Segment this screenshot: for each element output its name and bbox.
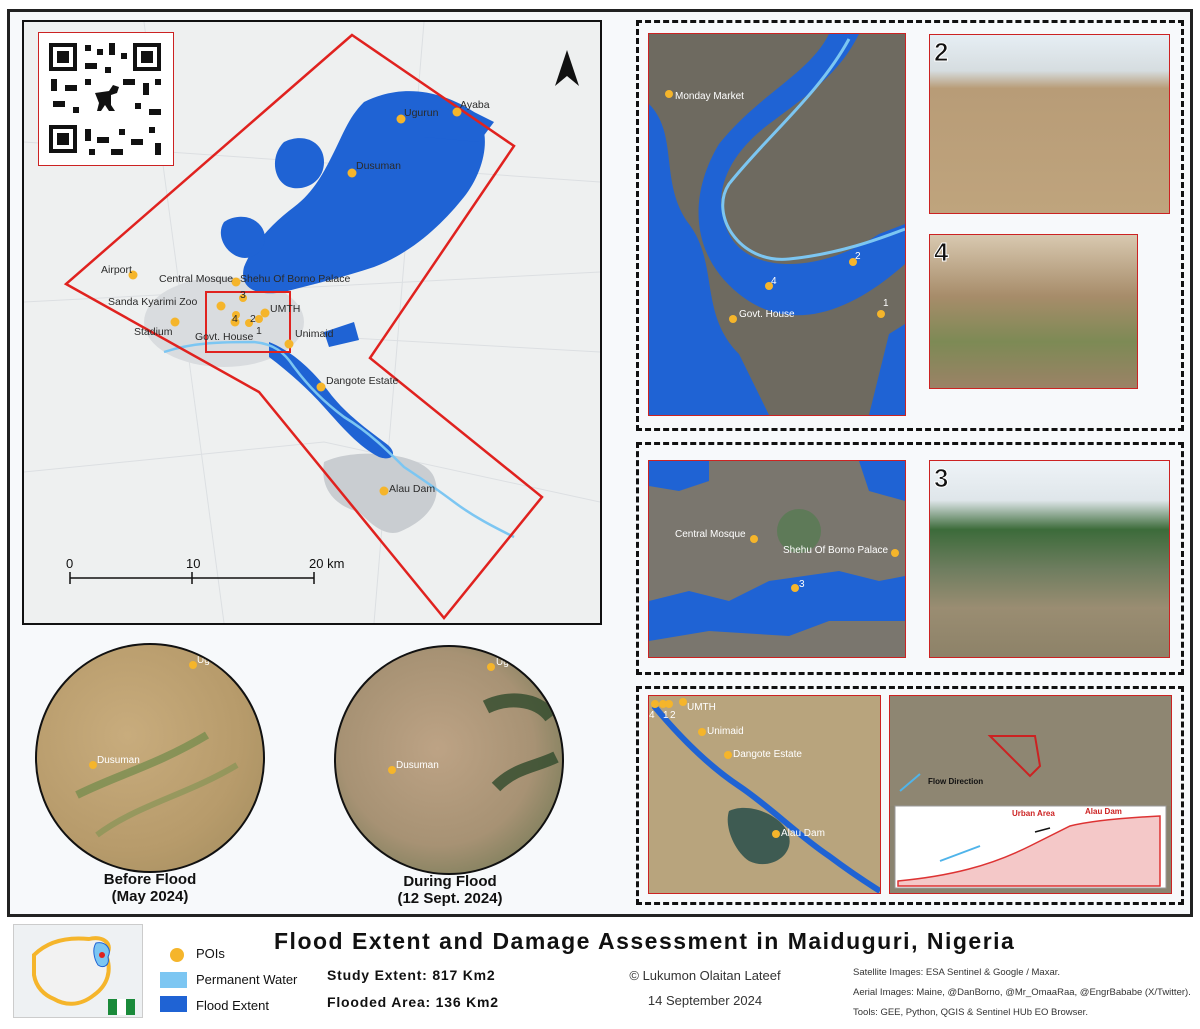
main-flood-map: Ayaba Ugurun Dusuman Airport Central Mos… [22,20,602,625]
point-label-2: 2 [250,313,256,325]
inset2-label-3: 3 [799,579,805,590]
point-label-4: 4 [232,313,238,325]
during-caption-line2: (12 Sept. 2024) [397,890,503,907]
poi-label-ugurun: Ugurun [404,107,439,119]
photo-number-4: 4 [933,237,949,268]
nigeria-outline-icon [32,936,135,1015]
inset3-label-unimaid: Unimaid [707,726,744,737]
inset-panel-river: 4 1 2 UMTH Unimaid Dangote Estate Alau D… [636,686,1184,905]
poi-umth[interactable] [260,308,270,318]
scale-tick-0: 0 [66,556,73,571]
inset3-label-1: 1 [663,710,669,721]
map-title: Flood Extent and Damage Assessment in Ma… [274,928,1016,954]
inset1-label-1: 1 [883,298,889,309]
inset1-label-monday-market: Monday Market [675,91,744,102]
inset1-label-4: 4 [771,276,777,287]
inset-panel-mosque: Central Mosque Shehu Of Borno Palace 3 3 [636,442,1184,675]
photo-number-3: 3 [933,463,949,494]
legend-flood-extent-label: Flood Extent [196,998,269,1013]
inset2-label-central-mosque: Central Mosque [675,529,746,540]
during-caption-line1: During Flood [403,873,497,890]
poi-label-umth: UMTH [270,303,300,315]
before-flood-canvas: Ugurun Dusuman [75,655,239,838]
poi-label-dangote-estate: Dangote Estate [326,375,399,387]
legend-poi-swatch [170,948,184,962]
scale-tick-20: 20 km [309,556,344,571]
during-flood-circle-map: Ugurun Dusuman [334,645,564,875]
credit-tools: Tools: GEE, Python, QGIS & Sentinel HUb … [853,1007,1088,1018]
poi-alau-dam[interactable] [379,486,389,496]
inset-city-satellite: Monday Market Govt. House 2 4 1 [648,33,906,416]
aerial-photo-4: 4 [929,234,1138,389]
poi-label-dusuman: Dusuman [356,160,401,172]
elevation-profile-canvas: Flow Direction Urban Area Alau Dam [890,696,1171,889]
scale-tick-10: 10 [186,556,200,571]
poi-label-govt-house: Govt. House [195,331,254,343]
river-satellite-canvas: 4 1 2 UMTH Unimaid Dangote Estate Alau D… [649,696,880,893]
inset2-label-shehu-palace: Shehu Of Borno Palace [783,545,889,556]
river-line [163,340,515,539]
legend-permanent-water-label: Permanent Water [196,972,298,987]
city-satellite-canvas: Monday Market Govt. House 2 4 1 [649,34,905,415]
nigeria-locator-map [13,924,143,1018]
before-caption-line2: (May 2024) [111,888,189,905]
poi-zoo[interactable] [216,301,226,311]
poi-label-stadium: Stadium [134,326,173,338]
point-1[interactable] [255,315,263,323]
aerial-photo-3: 3 [929,460,1170,658]
inset3-label-umth: UMTH [687,702,716,713]
credit-aerial: Aerial Images: Maine, @DanBorno, @Mr_Oma… [853,987,1191,998]
profile-urban-area: Urban Area [1012,809,1055,818]
poi-dangote-estate[interactable] [316,382,326,392]
legend-poi-label: POIs [196,946,225,961]
inset-river-satellite: 4 1 2 UMTH Unimaid Dangote Estate Alau D… [648,695,881,894]
study-extent-stat: Study Extent: 817 Km2 [327,967,496,983]
photo-number-2: 2 [933,37,949,68]
poi-unimaid[interactable] [284,339,294,349]
inset3-label-alau-dam: Alau Dam [781,828,825,839]
poi-label-alau-dam: Alau Dam [389,483,435,495]
flooded-area-stat: Flooded Area: 136 Km2 [327,994,499,1010]
legend-flood-extent-swatch [160,996,187,1012]
during-label-dusuman: Dusuman [396,760,439,771]
inset3-label-2: 2 [670,710,676,721]
poi-label-ayaba: Ayaba [460,99,490,111]
before-flood-caption: Before Flood (May 2024) [40,871,260,905]
before-flood-circle-map: Ugurun Dusuman [35,643,265,873]
scale-bar: 0 10 20 km [66,556,344,584]
legend-permanent-water-swatch [160,972,187,988]
mosque-satellite-canvas: Central Mosque Shehu Of Borno Palace 3 [649,461,905,657]
author-date: 14 September 2024 [647,993,763,1008]
point-label-1: 1 [256,325,262,337]
north-arrow-icon [555,50,579,86]
aerial-photo-2: 2 [929,34,1170,214]
during-flood-caption: During Flood (12 Sept. 2024) [340,873,560,907]
poi-label-airport: Airport [101,264,132,276]
elevation-profile-panel: Flow Direction Urban Area Alau Dam [889,695,1172,894]
point-label-3: 3 [240,289,246,301]
before-caption-line1: Before Flood [103,871,197,888]
during-flood-canvas: Ugurun Dusuman [388,657,559,792]
before-label-dusuman: Dusuman [97,755,140,766]
inset1-label-govt-house: Govt. House [739,309,795,320]
inset-mosque-satellite: Central Mosque Shehu Of Borno Palace 3 [648,460,906,658]
author-name: © Lukumon Olaitan Lateef [629,968,781,983]
inset-panel-city: Monday Market Govt. House 2 4 1 2 4 [636,20,1184,431]
qr-code[interactable] [38,32,174,166]
poi-label-shehu-palace: Shehu Of Borno Palace [240,273,350,285]
inset3-label-4: 4 [649,710,655,721]
poi-label-central-mosque: Central Mosque [159,273,233,285]
qr-code-icon [49,43,161,155]
inset3-label-dangote: Dangote Estate [733,749,802,760]
profile-alau-dam: Alau Dam [1085,807,1122,816]
profile-flow-direction: Flow Direction [928,777,983,786]
credit-satellite: Satellite Images: ESA Sentinel & Google … [853,967,1061,978]
poi-label-unimaid: Unimaid [295,328,334,340]
inset1-label-2: 2 [855,251,861,262]
poi-label-zoo: Sanda Kyarimi Zoo [108,296,197,308]
